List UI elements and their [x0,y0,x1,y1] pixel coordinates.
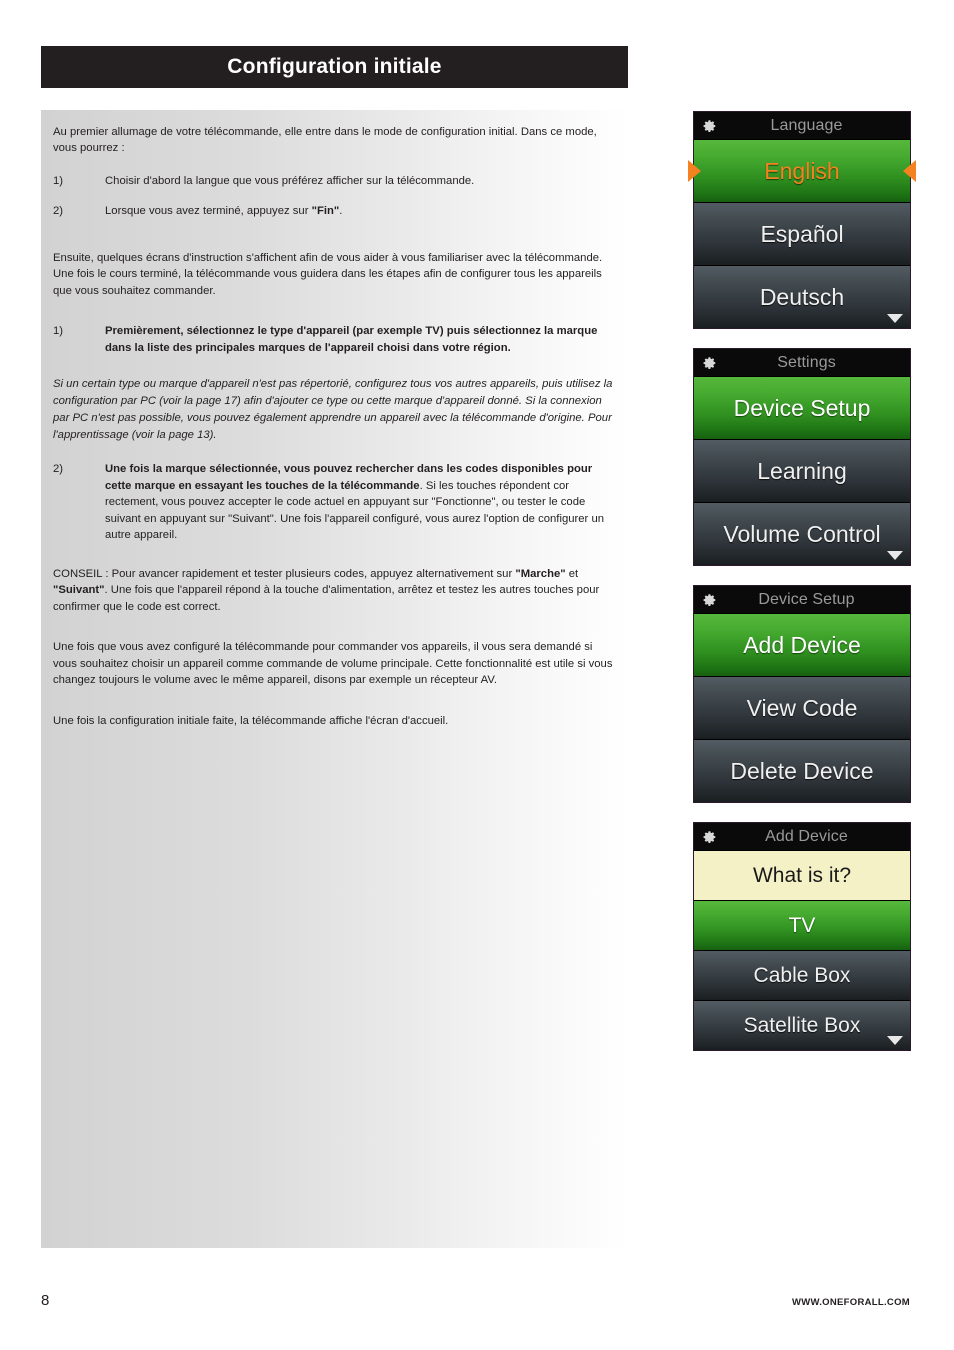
menu-item-label: Cable Box [753,963,851,987]
text-after: . [339,205,343,218]
arrow-right-icon [903,160,916,182]
menu-item-label: Add Device [743,631,861,658]
remote-screens-column: Language English Español Deutsch Setting… [688,112,916,1071]
menu-item-add-device[interactable]: Add Device [694,614,910,677]
menu-item-label: View Code [746,694,858,721]
remote-screen-language[interactable]: Language English Español Deutsch [688,112,916,328]
menu-item-satellite-box[interactable]: Satellite Box [694,1001,910,1050]
remote-screen-settings[interactable]: Settings Device Setup Learning Volume Co… [694,349,910,565]
prompt-what-is-it: What is it? [694,851,910,901]
tip-bold-suivant: "Suivant" [53,584,105,597]
list-item-number: 1) [53,174,64,187]
screen-title: Settings [777,353,836,371]
menu-item-delete-device[interactable]: Delete Device [694,740,910,802]
scroll-down-icon[interactable] [887,551,903,560]
page-title-bar: Configuration initiale [41,46,628,88]
menu-item-english[interactable]: English [688,140,916,203]
menu-item-label: TV [788,913,816,937]
menu-item-device-setup[interactable]: Device Setup [694,377,910,440]
intro-paragraph: Au premier allumage de votre télécommand… [53,126,597,155]
screen-header: Settings [694,349,910,377]
list-item-text: Choisir d'abord la langue que vous préfé… [105,174,475,187]
tip-after: . Une fois que l'appareil répond à la to… [53,584,600,613]
list-item-text: Une fois la marque sélectionnée, vous po… [105,461,616,543]
menu-item-label: Learning [757,457,847,484]
menu-item-label: Deutsch [759,283,845,310]
content-body: Au premier allumage de votre télécommand… [41,110,628,729]
list-item-number: 2) [53,205,64,218]
menu-item-label: Delete Device [730,757,874,784]
screen-title: Add Device [765,827,848,845]
gear-icon [703,830,717,844]
menu-item-label: English [764,157,840,184]
page-number: 8 [41,1292,50,1309]
volume-paragraph: Une fois que vous avez configuré la télé… [53,641,613,687]
arrow-left-icon [688,160,701,182]
content-panel: Au premier allumage de votre télécommand… [41,110,628,1248]
italic-note: Si un certain type ou marque d'appareil … [53,378,613,441]
tip-mid: et [565,567,579,580]
menu-item-view-code[interactable]: View Code [694,677,910,740]
menu-item-cable-box[interactable]: Cable Box [694,951,910,1001]
list-item-number: 2) [53,463,64,476]
remote-screen-add-device[interactable]: Add Device What is it? TV Cable Box Sate… [694,823,910,1050]
list-item-text: Premièrement, sélectionnez le type d'app… [105,325,598,354]
menu-item-espanol[interactable]: Español [694,203,910,266]
screen-title: Language [770,116,843,134]
list-item-text: Lorsque vous avez terminé, appuyez sur "… [105,203,616,219]
tip-before: CONSEIL : Pour avancer rapidement et tes… [53,567,516,580]
gear-icon [703,119,717,133]
page-title: Configuration initiale [227,55,442,78]
scroll-down-icon[interactable] [887,314,903,323]
menu-item-label: Satellite Box [743,1013,861,1037]
screen-header: Language [694,112,910,140]
menu-item-deutsch[interactable]: Deutsch [694,266,910,328]
list-item: 1) Premièrement, sélectionnez le type d'… [53,323,616,356]
prompt-label: What is it? [752,863,852,887]
footer-url: WWW.ONEFORALL.COM [791,1297,910,1308]
screen-title: Device Setup [758,590,855,608]
text-before: Lorsque vous avez terminé, appuyez sur [105,205,312,218]
gear-icon [703,356,717,370]
menu-item-label: Volume Control [723,520,881,547]
tip-paragraph: CONSEIL : Pour avancer rapidement et tes… [53,566,616,615]
text-bold: "Fin" [311,205,340,218]
menu-item-volume-control[interactable]: Volume Control [694,503,910,565]
list-item: 1) Choisir d'abord la langue que vous pr… [53,173,616,189]
menu-item-learning[interactable]: Learning [694,440,910,503]
list-item: 2) Une fois la marque sélectionnée, vous… [53,461,616,543]
menu-item-tv[interactable]: TV [694,901,910,951]
list-item: 2) Lorsque vous avez terminé, appuyez su… [53,203,616,219]
screen-header: Device Setup [694,586,910,614]
scroll-down-icon[interactable] [887,1036,903,1045]
remote-screen-device-setup[interactable]: Device Setup Add Device View Code Delete… [694,586,910,802]
screen-header: Add Device [694,823,910,851]
tip-bold-marche: "Marche" [515,567,566,580]
menu-item-label: Device Setup [733,394,871,421]
gear-icon [703,593,717,607]
final-paragraph: Une fois la configuration initiale faite… [53,714,449,727]
menu-item-label: Español [760,220,844,247]
instruction-paragraph: Ensuite, quelques écrans d'instruction s… [53,251,603,297]
list-item-number: 1) [53,325,64,338]
